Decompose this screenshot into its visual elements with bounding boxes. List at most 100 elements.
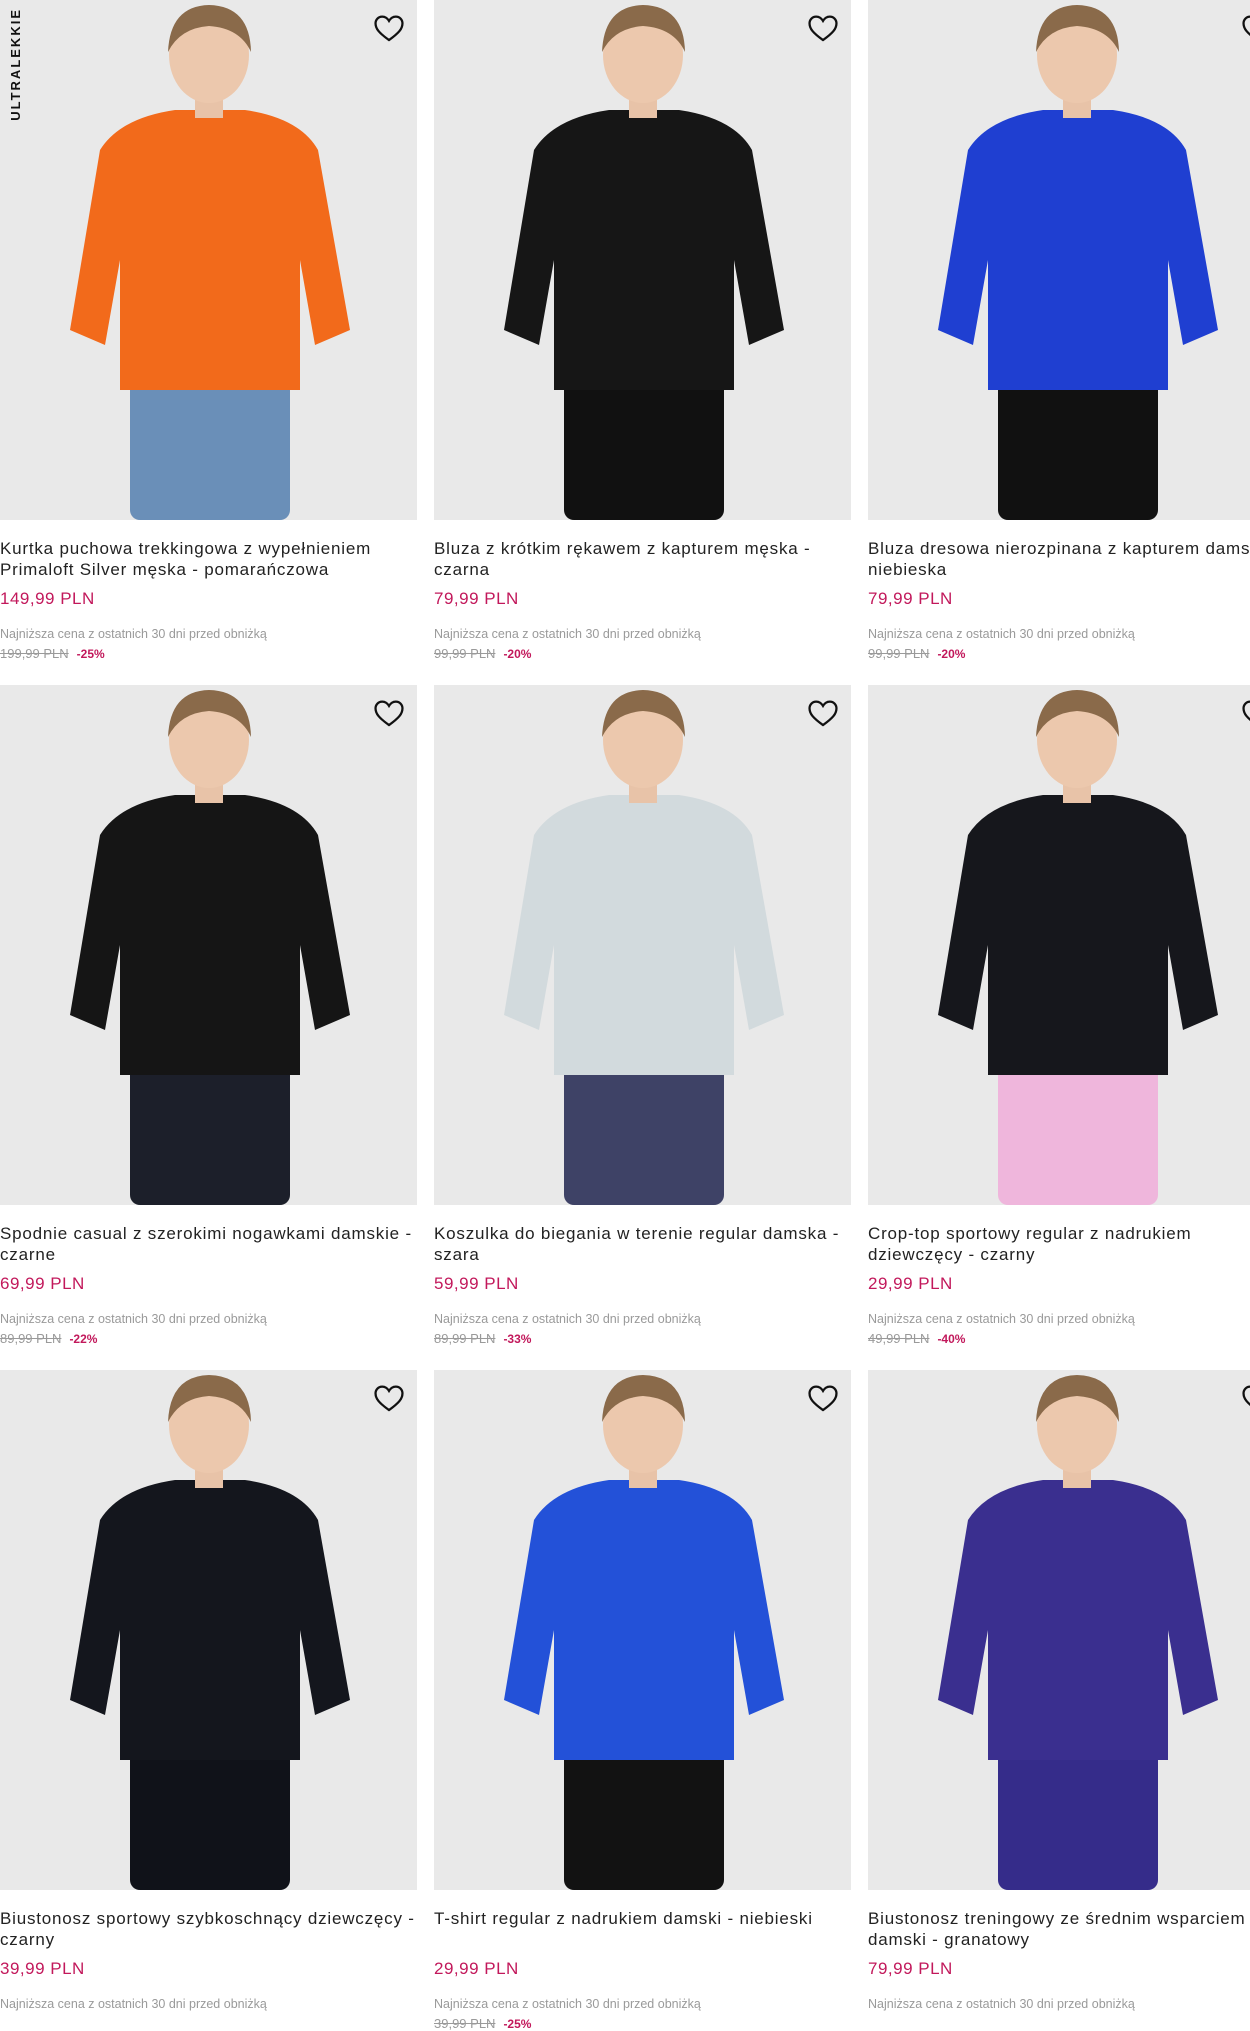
product-info: T-shirt regular z nadrukiem damski - nie… xyxy=(434,1890,851,2031)
add-to-wishlist-button[interactable] xyxy=(1239,10,1250,46)
product-name[interactable]: Bluza dresowa nierozpinana z kapturem da… xyxy=(868,538,1250,580)
heart-outline-icon xyxy=(1242,1385,1250,1407)
product-image[interactable] xyxy=(868,0,1250,520)
old-price: 39,99 PLN xyxy=(434,2016,496,2031)
product-price: 39,99 PLN xyxy=(0,1959,85,1978)
old-price: 99,99 PLN xyxy=(434,646,496,661)
product-info: Spodnie casual z szerokimi nogawkami dam… xyxy=(0,1205,417,1346)
product-photo xyxy=(434,1370,851,1890)
add-to-wishlist-button[interactable] xyxy=(371,10,407,46)
heart-outline-icon xyxy=(1242,15,1250,37)
product-price: 149,99 PLN xyxy=(0,589,95,608)
product-image[interactable] xyxy=(0,685,417,1205)
add-to-wishlist-button[interactable] xyxy=(1239,1380,1250,1416)
product-image[interactable] xyxy=(434,0,851,520)
discount-badge: -20% xyxy=(937,647,966,661)
product-card[interactable]: Bluza dresowa nierozpinana z kapturem da… xyxy=(868,0,1250,661)
product-info: Kurtka puchowa trekkingowa z wypełnienie… xyxy=(0,520,417,661)
product-name[interactable]: Biustonosz sportowy szybkoschnący dziewc… xyxy=(0,1908,417,1950)
product-photo xyxy=(434,0,851,520)
product-card[interactable]: Biustonosz treningowy ze średnim wsparci… xyxy=(868,1370,1250,2011)
old-price-row: 99,99 PLN -20% xyxy=(868,646,1250,661)
product-photo xyxy=(0,0,417,520)
product-price: 29,99 PLN xyxy=(434,1959,519,1978)
discount-badge: -33% xyxy=(503,1332,532,1346)
product-price: 79,99 PLN xyxy=(434,589,519,608)
product-card[interactable]: Biustonosz sportowy szybkoschnący dziewc… xyxy=(0,1370,417,2011)
product-card[interactable]: Koszulka do biegania w terenie regular d… xyxy=(434,685,851,1346)
product-photo xyxy=(868,0,1250,520)
product-image[interactable] xyxy=(868,685,1250,1205)
discount-badge: -25% xyxy=(76,647,105,661)
old-price-row: 99,99 PLN -20% xyxy=(434,646,851,661)
add-to-wishlist-button[interactable] xyxy=(371,695,407,731)
product-badge: ULTRALEKKIE xyxy=(8,8,23,121)
product-name[interactable]: Spodnie casual z szerokimi nogawkami dam… xyxy=(0,1223,417,1265)
product-card[interactable]: T-shirt regular z nadrukiem damski - nie… xyxy=(434,1370,851,2031)
product-image[interactable] xyxy=(434,685,851,1205)
product-info: Biustonosz sportowy szybkoschnący dziewc… xyxy=(0,1890,417,2011)
lowest-price-note: Najniższa cena z ostatnich 30 dni przed … xyxy=(868,627,1135,641)
product-image[interactable]: ULTRALEKKIE xyxy=(0,0,417,520)
heart-outline-icon xyxy=(374,1385,404,1412)
add-to-wishlist-button[interactable] xyxy=(1239,695,1250,731)
add-to-wishlist-button[interactable] xyxy=(371,1380,407,1416)
product-photo xyxy=(868,685,1250,1205)
product-name[interactable]: Koszulka do biegania w terenie regular d… xyxy=(434,1223,851,1265)
product-grid: ULTRALEKKIE Kurtka puchowa trekkingowa z… xyxy=(0,0,1250,2031)
product-name[interactable]: T-shirt regular z nadrukiem damski - nie… xyxy=(434,1908,851,1950)
product-info: Koszulka do biegania w terenie regular d… xyxy=(434,1205,851,1346)
product-price: 79,99 PLN xyxy=(868,1959,953,1978)
old-price: 89,99 PLN xyxy=(0,1331,62,1346)
product-price: 79,99 PLN xyxy=(868,589,953,608)
product-price: 69,99 PLN xyxy=(0,1274,85,1293)
lowest-price-note: Najniższa cena z ostatnich 30 dni przed … xyxy=(434,1312,701,1326)
lowest-price-note: Najniższa cena z ostatnich 30 dni przed … xyxy=(434,1997,701,2011)
old-price: 99,99 PLN xyxy=(868,646,930,661)
old-price-row: 89,99 PLN -33% xyxy=(434,1331,851,1346)
add-to-wishlist-button[interactable] xyxy=(805,1380,841,1416)
old-price: 49,99 PLN xyxy=(868,1331,930,1346)
product-card[interactable]: ULTRALEKKIE Kurtka puchowa trekkingowa z… xyxy=(0,0,417,661)
product-photo xyxy=(434,685,851,1205)
heart-outline-icon xyxy=(808,1385,838,1412)
product-image[interactable] xyxy=(0,1370,417,1890)
lowest-price-note: Najniższa cena z ostatnich 30 dni przed … xyxy=(0,1312,267,1326)
product-image[interactable] xyxy=(868,1370,1250,1890)
old-price: 89,99 PLN xyxy=(434,1331,496,1346)
product-name[interactable]: Bluza z krótkim rękawem z kapturem męska… xyxy=(434,538,851,580)
lowest-price-note: Najniższa cena z ostatnich 30 dni przed … xyxy=(868,1997,1135,2011)
lowest-price-note: Najniższa cena z ostatnich 30 dni przed … xyxy=(868,1312,1135,1326)
old-price-row: 39,99 PLN -25% xyxy=(434,2016,851,2031)
old-price-row: 199,99 PLN -25% xyxy=(0,646,417,661)
heart-outline-icon xyxy=(374,15,404,42)
heart-outline-icon xyxy=(374,700,404,727)
discount-badge: -22% xyxy=(69,1332,98,1346)
product-name[interactable]: Crop-top sportowy regular z nadrukiem dz… xyxy=(868,1223,1250,1265)
old-price-row: 89,99 PLN -22% xyxy=(0,1331,417,1346)
discount-badge: -20% xyxy=(503,647,532,661)
add-to-wishlist-button[interactable] xyxy=(805,10,841,46)
product-info: Biustonosz treningowy ze średnim wsparci… xyxy=(868,1890,1250,2011)
heart-outline-icon xyxy=(808,700,838,727)
old-price: 199,99 PLN xyxy=(0,646,69,661)
product-name[interactable]: Biustonosz treningowy ze średnim wsparci… xyxy=(868,1908,1250,1950)
product-image[interactable] xyxy=(434,1370,851,1890)
product-card[interactable]: Crop-top sportowy regular z nadrukiem dz… xyxy=(868,685,1250,1346)
product-info: Bluza dresowa nierozpinana z kapturem da… xyxy=(868,520,1250,661)
product-photo xyxy=(868,1370,1250,1890)
product-photo xyxy=(0,1370,417,1890)
product-card[interactable]: Bluza z krótkim rękawem z kapturem męska… xyxy=(434,0,851,661)
product-price: 29,99 PLN xyxy=(868,1274,953,1293)
product-name[interactable]: Kurtka puchowa trekkingowa z wypełnienie… xyxy=(0,538,417,580)
product-card[interactable]: Spodnie casual z szerokimi nogawkami dam… xyxy=(0,685,417,1346)
product-info: Crop-top sportowy regular z nadrukiem dz… xyxy=(868,1205,1250,1346)
lowest-price-note: Najniższa cena z ostatnich 30 dni przed … xyxy=(434,627,701,641)
heart-outline-icon xyxy=(808,15,838,42)
discount-badge: -25% xyxy=(503,2017,532,2031)
product-info: Bluza z krótkim rękawem z kapturem męska… xyxy=(434,520,851,661)
product-price: 59,99 PLN xyxy=(434,1274,519,1293)
lowest-price-note: Najniższa cena z ostatnich 30 dni przed … xyxy=(0,627,267,641)
heart-outline-icon xyxy=(1242,700,1250,722)
add-to-wishlist-button[interactable] xyxy=(805,695,841,731)
